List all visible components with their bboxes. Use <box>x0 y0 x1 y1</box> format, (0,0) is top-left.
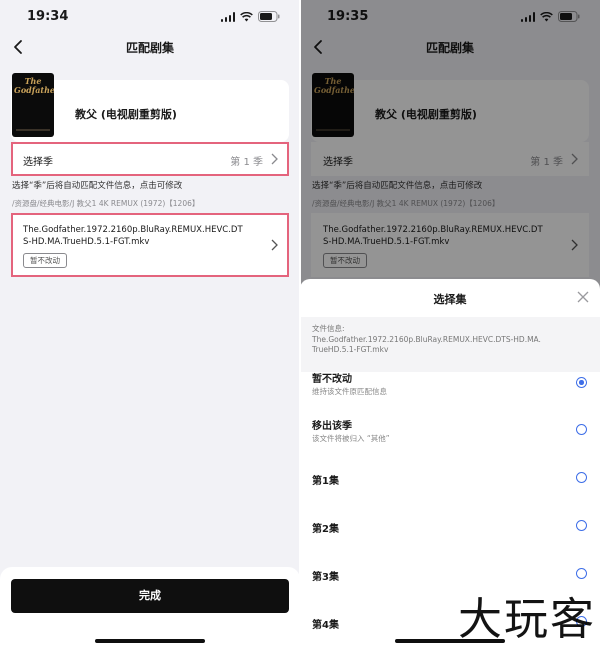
file-info-label: 文件信息: <box>312 324 345 333</box>
page-title: 匹配剧集 <box>125 41 174 55</box>
signal-icon <box>220 11 235 22</box>
poster-logo: The Godfather <box>14 76 54 95</box>
poster-image: The Godfather <box>12 73 54 137</box>
select-season-row[interactable]: 选择季 第 1 季 <box>11 142 289 176</box>
home-indicator <box>95 639 205 643</box>
done-button[interactable]: 完成 <box>11 579 289 613</box>
nav-bar: 匹配剧集 <box>0 34 300 62</box>
file-info-name: The.Godfather.1972.2160p.BluRay.REMUX.HE… <box>312 335 541 354</box>
wifi-icon <box>240 11 253 22</box>
file-name: The.Godfather.1972.2160p.BluRay.REMUX.HE… <box>23 225 243 247</box>
file-card[interactable]: The.Godfather.1972.2160p.BluRay.REMUX.HE… <box>11 213 289 277</box>
show-title: 教父 (电视剧重剪版) <box>75 108 177 121</box>
watermark-text: 大玩客 <box>458 594 596 645</box>
right-screen: 19:35 匹配剧集 The Godfather 教父 (电视剧重剪版) 选择季… <box>300 0 600 649</box>
option-episode-1[interactable]: 第1集 <box>300 459 600 506</box>
season-value: 第 1 季 <box>230 157 263 168</box>
file-path: /资源盘/经典电影/J 教父1 4K REMUX (1972)【1206】 <box>12 199 200 208</box>
radio-icon <box>576 520 587 531</box>
left-screen: 19:34 匹配剧集 The Godfather 教父 (电视剧重剪版) 选择季… <box>0 0 300 649</box>
status-time: 19:34 <box>27 9 69 24</box>
sheet-title: 选择集 <box>433 293 467 306</box>
status-icons <box>220 11 281 22</box>
chevron-right-icon <box>271 239 278 251</box>
option-episode-2[interactable]: 第2集 <box>300 507 600 554</box>
hint-text: 选择“季”后将自动匹配文件信息，点击可修改 <box>12 181 183 191</box>
battery-icon <box>258 11 280 22</box>
file-status-tag: 暂不改动 <box>23 253 67 268</box>
option-remove-season[interactable]: 移出该季 该文件将被归入 “其他” <box>300 411 600 458</box>
close-icon[interactable] <box>577 291 589 303</box>
radio-icon <box>576 424 587 435</box>
screen-divider <box>299 0 301 649</box>
status-bar: 19:34 <box>0 0 300 34</box>
radio-selected-icon <box>576 377 587 388</box>
radio-icon <box>576 568 587 579</box>
radio-icon <box>576 472 587 483</box>
bottom-bar: 完成 <box>0 567 300 649</box>
option-keep[interactable]: 暂不改动 维持该文件原匹配信息 <box>300 364 600 411</box>
chevron-right-icon <box>271 153 278 165</box>
season-label: 选择季 <box>23 157 53 168</box>
